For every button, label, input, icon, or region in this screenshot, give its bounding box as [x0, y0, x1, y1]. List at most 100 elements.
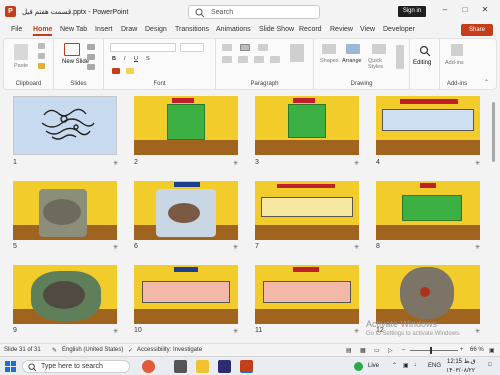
network-icon[interactable]: ▣ — [403, 362, 409, 369]
file-explorer-icon[interactable] — [196, 360, 209, 373]
normal-view-icon[interactable]: ▤ — [346, 347, 352, 354]
paste-icon[interactable] — [14, 44, 28, 60]
highlight-icon[interactable] — [126, 68, 134, 74]
clock-time[interactable]: 12:15 ق.ظ — [447, 358, 476, 365]
powerpoint-taskbar-icon[interactable] — [240, 360, 253, 373]
tab-insert[interactable]: Insert — [95, 26, 113, 33]
layout-icon[interactable] — [87, 44, 95, 50]
slide-thumbnail[interactable] — [134, 96, 238, 155]
tab-record[interactable]: Record — [299, 26, 322, 33]
clock-date[interactable]: ۱۴۰۳/۰۸/۲۲ — [446, 367, 475, 374]
slideshow-view-icon[interactable]: ▷ — [388, 347, 393, 354]
slide-thumbnail[interactable] — [13, 96, 117, 155]
windows-start-icon[interactable] — [5, 361, 16, 372]
sign-in-button[interactable]: Sign in — [398, 6, 426, 17]
slide-number: 7 — [255, 243, 259, 250]
cut-icon[interactable] — [38, 43, 45, 49]
justify-icon[interactable] — [270, 56, 280, 63]
taskbar-search-box[interactable]: Type here to search — [22, 360, 130, 373]
align-center-icon[interactable] — [238, 56, 248, 63]
tab-slide-show[interactable]: Slide Show — [259, 26, 294, 33]
text-direction-icon[interactable] — [290, 44, 304, 62]
tab-home[interactable]: Home — [33, 26, 53, 36]
close-icon[interactable]: ✕ — [478, 5, 492, 14]
drawing-group-label: Drawing — [350, 81, 373, 87]
align-right-icon[interactable] — [254, 56, 264, 63]
zoom-out-icon[interactable]: – — [402, 347, 405, 353]
reset-icon[interactable] — [87, 54, 95, 60]
new-slide-label[interactable]: New Slide — [62, 59, 89, 65]
live-label[interactable]: Live — [368, 363, 379, 369]
format-painter-icon[interactable] — [38, 63, 45, 69]
slide-thumbnail[interactable] — [255, 265, 359, 324]
zoom-level[interactable]: 66 % — [470, 347, 484, 353]
italic-icon[interactable]: I — [124, 56, 126, 62]
tab-developer[interactable]: Developer — [383, 26, 415, 33]
notifications-icon[interactable]: □ — [488, 362, 492, 368]
maximize-icon[interactable]: □ — [458, 5, 472, 14]
elephant-photo-body — [168, 203, 200, 223]
tray-chevron-icon[interactable]: ⌃ — [392, 362, 397, 369]
quick-styles-icon[interactable] — [372, 44, 386, 54]
zoom-slider-track[interactable] — [410, 350, 458, 351]
slide-thumbnail[interactable] — [376, 181, 480, 240]
tab-animations[interactable]: Animations — [216, 26, 251, 33]
minimize-icon[interactable]: – — [438, 5, 452, 14]
spelling-icon[interactable]: ✎ — [52, 347, 57, 354]
reading-view-icon[interactable]: ▭ — [374, 347, 380, 354]
new-slide-icon[interactable] — [64, 43, 80, 56]
vertical-scrollbar[interactable] — [491, 94, 497, 340]
slide-thumbnail[interactable] — [13, 265, 117, 324]
fit-to-window-icon[interactable]: ▣ — [489, 347, 495, 354]
find-icon[interactable] — [419, 45, 431, 57]
section-icon[interactable] — [87, 64, 95, 70]
accessibility-status[interactable]: Accessibility: Investigate — [137, 347, 202, 353]
align-left-icon[interactable] — [222, 56, 232, 63]
slide-thumbnail[interactable] — [255, 96, 359, 155]
scrollbar-thumb[interactable] — [492, 102, 495, 162]
underline-icon[interactable]: U — [134, 56, 138, 62]
shadow-icon[interactable]: S — [146, 56, 150, 62]
slide-thumbnail[interactable] — [376, 265, 480, 324]
language-indicator[interactable]: ENG — [428, 363, 441, 369]
task-view-icon[interactable] — [174, 360, 187, 373]
editing-label[interactable]: Editing — [413, 60, 431, 66]
indent-icon[interactable] — [258, 44, 268, 51]
arrange-icon[interactable] — [346, 44, 360, 54]
volume-icon[interactable]: ♩ — [414, 362, 420, 368]
flowers-icon[interactable] — [142, 360, 155, 373]
search-box[interactable]: Search — [188, 5, 320, 19]
slide-thumbnail[interactable] — [13, 181, 117, 240]
photoshop-icon[interactable] — [218, 360, 231, 373]
tab-transitions[interactable]: Transitions — [175, 26, 209, 33]
tab-design[interactable]: Design — [145, 26, 167, 33]
language-status[interactable]: English (United States) — [62, 347, 123, 353]
tab-draw[interactable]: Draw — [121, 26, 137, 33]
accessibility-icon[interactable]: ✓ — [128, 347, 133, 354]
tab-new-tab[interactable]: New Tab — [60, 26, 87, 33]
font-name-dropdown[interactable] — [110, 43, 176, 52]
shapes-icon[interactable] — [322, 44, 336, 54]
share-button[interactable]: Share — [461, 24, 493, 36]
zoom-in-icon[interactable]: + — [460, 347, 464, 353]
bold-icon[interactable]: B — [112, 56, 116, 62]
slide-thumbnail[interactable] — [134, 181, 238, 240]
slide-thumbnail[interactable] — [134, 265, 238, 324]
slide-thumbnail[interactable] — [376, 96, 480, 155]
slide-sorter-view-icon[interactable]: ▦ — [360, 347, 366, 354]
ribbon: Paste Clipboard New Slide Slides B I U S… — [3, 38, 497, 90]
addins-icon[interactable] — [451, 44, 463, 56]
tab-file[interactable]: File — [11, 26, 22, 33]
tab-review[interactable]: Review — [330, 26, 353, 33]
font-size-dropdown[interactable] — [180, 43, 204, 52]
tab-view[interactable]: View — [360, 26, 375, 33]
numbering-icon[interactable] — [240, 44, 250, 51]
shape-fill-icon[interactable] — [396, 45, 404, 69]
copy-icon[interactable] — [38, 53, 45, 59]
zoom-slider-thumb[interactable] — [430, 347, 432, 354]
slide-number: 3 — [255, 159, 259, 166]
collapse-ribbon-icon[interactable]: ⌃ — [484, 79, 489, 86]
slide-thumbnail[interactable] — [255, 181, 359, 240]
font-color-icon[interactable] — [112, 68, 120, 74]
bullets-icon[interactable] — [222, 44, 232, 51]
